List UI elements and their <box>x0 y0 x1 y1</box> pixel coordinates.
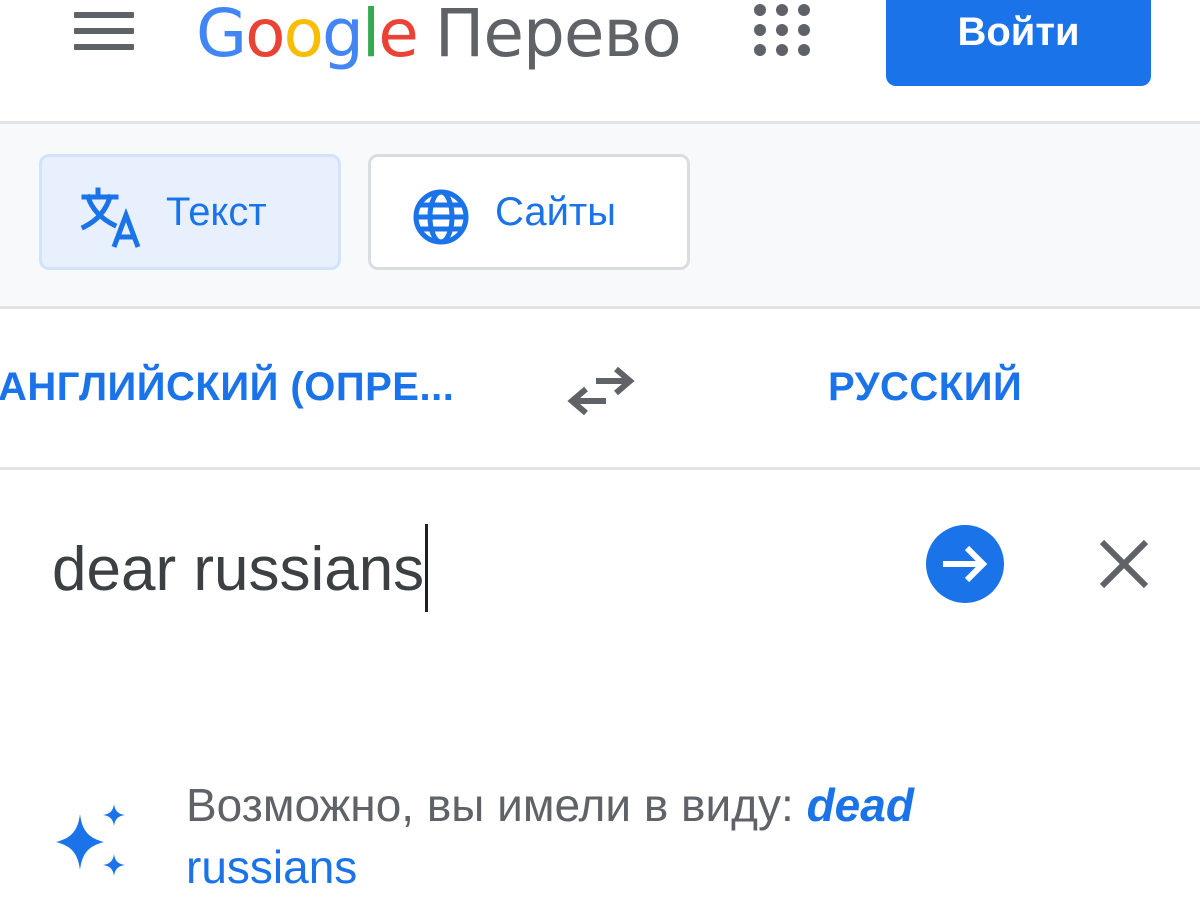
suggestion-emphasis: dead <box>806 779 914 831</box>
mode-bar: Текст Сайты <box>0 124 1200 309</box>
text-caret <box>425 523 429 612</box>
swap-arrows-icon[interactable] <box>566 361 636 421</box>
tab-websites-label: Сайты <box>495 190 616 234</box>
arrow-right-circle-icon[interactable] <box>925 524 1005 604</box>
apps-grid-icon[interactable] <box>752 0 812 58</box>
source-text-value: dear russians <box>52 535 425 604</box>
source-language-selector[interactable]: АНГЛИЙСКИЙ (ОПРЕ... <box>0 309 454 465</box>
target-language-selector[interactable]: РУССКИЙ <box>828 309 1022 465</box>
hamburger-menu-icon[interactable] <box>72 6 138 56</box>
source-input-area: dear russians Возможно, вы имели в виду:… <box>0 470 1200 902</box>
suggestion-rest: russians <box>186 841 358 893</box>
source-text-input[interactable]: dear russians <box>52 523 429 612</box>
product-name: Перево <box>434 0 682 72</box>
close-icon[interactable] <box>1096 536 1152 592</box>
google-logo: Google <box>196 0 419 72</box>
suggestion-text: Возможно, вы имели в виду: dead russians <box>186 774 1086 898</box>
suggestion-prefix: Возможно, вы имели в виду: <box>186 779 807 831</box>
sparkle-icon <box>56 804 125 876</box>
app-logo[interactable]: Google Перево <box>196 0 716 80</box>
globe-icon <box>413 189 469 245</box>
app-header: Google Перево Войти <box>0 0 1200 124</box>
tab-text-label: Текст <box>166 190 267 234</box>
language-bar: АНГЛИЙСКИЙ (ОПРЕ... РУССКИЙ <box>0 309 1200 470</box>
sign-in-button[interactable]: Войти <box>886 0 1151 86</box>
tab-websites[interactable]: Сайты <box>368 154 690 270</box>
tab-text[interactable]: Текст <box>39 154 341 270</box>
translate-icon <box>80 187 141 248</box>
did-you-mean-suggestion: Возможно, вы имели в виду: dead russians <box>0 770 1200 902</box>
